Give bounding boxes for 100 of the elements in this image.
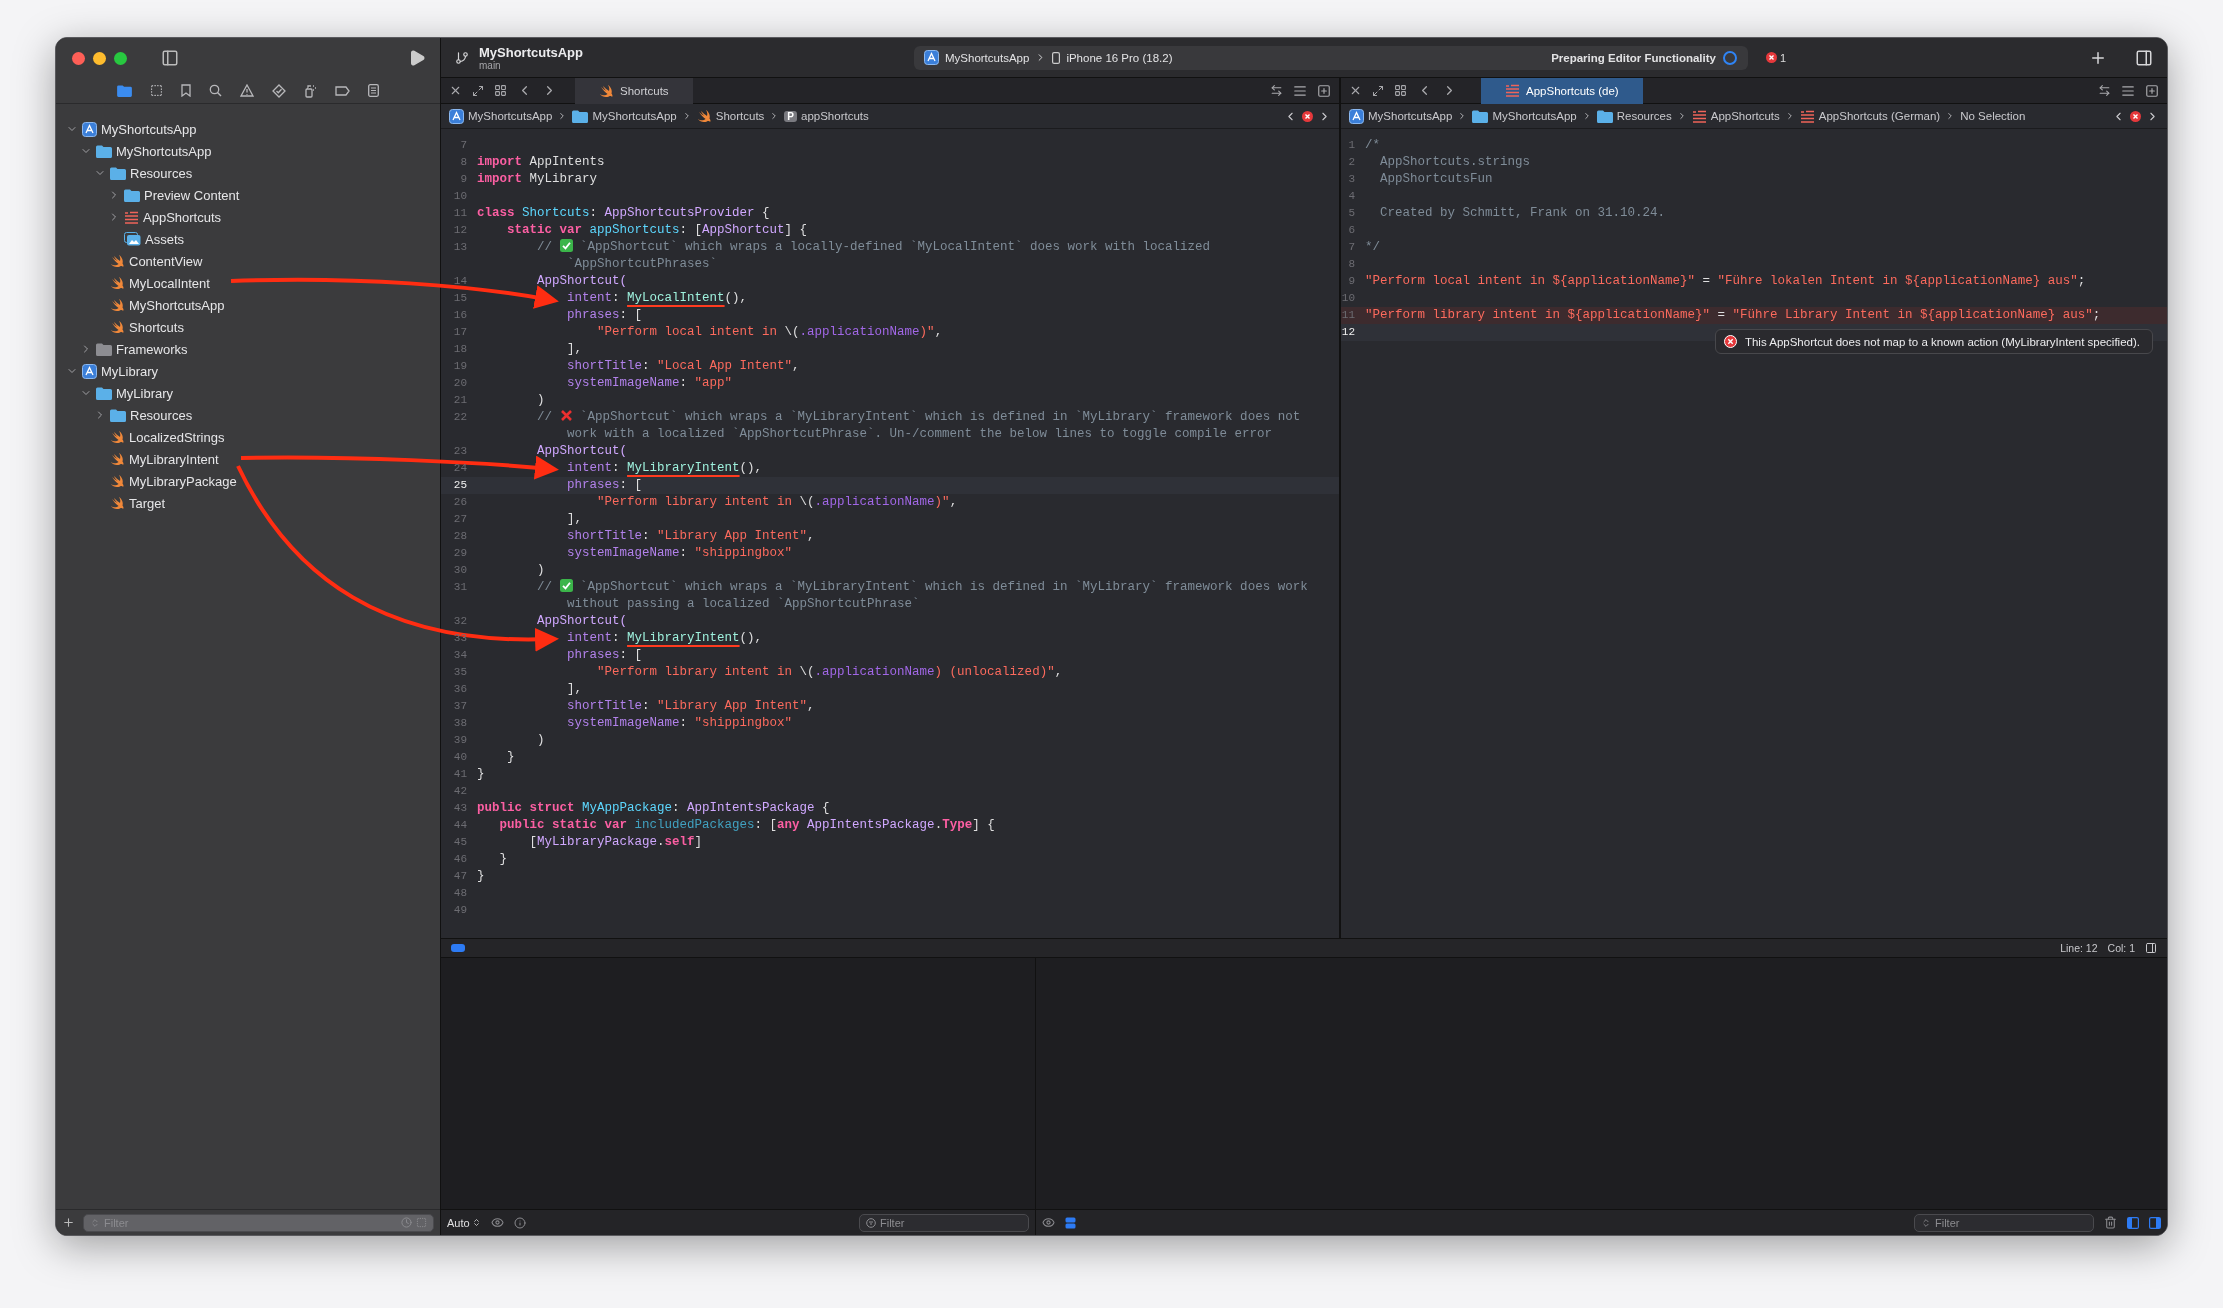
line-number: 27 [452,512,468,527]
panel-icon[interactable] [2145,942,2157,954]
code-line: static var appShortcuts: [AppShortcut] { [506,222,808,239]
line-number: 6 [1347,223,1356,238]
filter-field[interactable]: Filter [859,1213,1029,1232]
navigator-item[interactable]: AppShortcuts [143,209,222,225]
breadcrumb-item[interactable]: AppShortcuts (German) [1818,110,1941,122]
code-line: "Perform local intent in \(.applicationName)", [596,324,943,341]
close-window-button[interactable] [72,51,85,65]
navigator-item[interactable]: MyShortcutsApp [116,143,212,159]
navigator-item[interactable]: ContentView [129,253,203,269]
navigator-item[interactable]: Resources [130,165,193,181]
breadcrumb-item[interactable]: AppShortcuts [1710,110,1780,122]
breakpoint-icon[interactable] [335,85,350,96]
navigator-item[interactable]: MyShortcutsApp [129,297,225,313]
lines-icon[interactable] [1293,83,1307,98]
eye-icon[interactable] [1042,1216,1055,1229]
breadcrumb-item[interactable]: MyShortcutsApp [1368,110,1453,122]
swap-icon[interactable] [2098,84,2111,97]
navigator-item[interactable]: MyLibraryPackage [129,473,237,489]
scheme-selector[interactable]: MyShortcutsApp [945,51,1030,64]
filter-field[interactable]: Filter [1914,1213,2094,1232]
left-panel-icon[interactable] [2127,1216,2139,1229]
split-view-icon[interactable] [1065,1216,1076,1229]
branch-icon[interactable] [455,50,469,65]
navigator-item[interactable]: MyLibrary [116,385,174,401]
swift-icon [110,452,125,466]
close-icon[interactable] [1349,84,1362,97]
line-number: 35 [452,665,468,680]
minimize-window-button[interactable] [93,51,106,65]
line-number: 1 [1347,138,1356,153]
expand-icon[interactable] [1372,84,1384,97]
report-icon[interactable] [368,84,379,97]
right-panel-icon[interactable] [2149,1216,2161,1229]
stepper-icon[interactable] [471,1218,481,1227]
lines-icon[interactable] [2121,83,2135,98]
grid-icon[interactable] [494,84,507,97]
breadcrumb-item[interactable]: MyShortcutsApp [468,110,553,122]
run-icon[interactable] [408,49,426,67]
expand-icon[interactable] [472,84,484,97]
line-number: 8 [459,155,468,170]
add-editor-icon[interactable] [1317,83,1331,98]
grid-icon[interactable] [1394,84,1407,97]
swift-icon [110,474,125,488]
code-line: work with a localized `AppShortcutPhrase`. Un-/comment the below lines to toggle compile error [566,426,1274,443]
eye-icon[interactable] [490,1216,504,1229]
trash-icon[interactable] [2104,1216,2117,1229]
debug-toggle-icon[interactable] [451,944,465,952]
debug-spray-icon[interactable] [304,83,317,98]
swap-icon[interactable] [1270,84,1283,97]
breadcrumb-item[interactable]: No Selection [1960,110,2026,122]
line-number: 22 [452,410,468,425]
sidebar-toggle-icon[interactable] [161,49,179,67]
search-icon[interactable] [209,84,222,97]
line-number: 25 [452,478,468,493]
swift-icon [599,83,614,98]
symbol-badge: P [784,110,797,122]
navigator-item[interactable]: MyLibraryIntent [129,451,219,467]
swift-icon [110,254,125,268]
device-selector[interactable]: iPhone 16 Pro (18.2) [1066,51,1173,64]
navigator-item[interactable]: Target [129,495,166,511]
navigator-item[interactable]: MyLibrary [101,363,159,379]
code-line: import MyLibrary [477,171,598,188]
navigator-item[interactable]: LocalizedStrings [129,429,225,445]
breadcrumb-item[interactable]: Resources [1616,110,1672,122]
line-number: 7 [1347,240,1356,255]
breadcrumb-item[interactable]: MyShortcutsApp [1492,110,1577,122]
code-line: shortTitle: "Library App Intent", [566,528,815,545]
navigator-item[interactable]: MyLocalIntent [129,275,210,291]
progress-spinner-icon [1722,49,1738,66]
line-number: 41 [452,767,468,782]
navigator-item[interactable]: Resources [130,407,193,423]
info-icon[interactable] [513,1216,526,1229]
breadcrumb-item[interactable]: MyShortcutsApp [592,110,677,122]
inspector-toggle-icon[interactable] [2135,48,2153,67]
editor-tab[interactable]: AppShortcuts (de) [1481,77,1643,104]
folder-icon[interactable] [117,84,132,97]
variables-mode-selector[interactable]: Auto [447,1216,470,1229]
navigator-item[interactable]: Shortcuts [129,319,184,335]
cursor-column: Col: 1 [2107,942,2135,954]
checkmark-icon [559,579,573,592]
line-number: 42 [452,784,468,799]
error-icon[interactable] [1766,52,1777,63]
zoom-window-button[interactable] [114,51,127,65]
navigator-item[interactable]: MyShortcutsApp [101,121,197,137]
breadcrumb-item[interactable]: Shortcuts [715,110,765,122]
bookmark-icon[interactable] [181,84,191,97]
navigator-item[interactable]: Assets [145,231,184,247]
line-number: 16 [452,308,468,323]
add-editor-icon[interactable] [2145,83,2159,98]
breadcrumb-item[interactable]: appShortcuts [801,110,869,122]
test-icon[interactable] [272,83,286,98]
navigator-item[interactable]: Frameworks [116,341,188,357]
add-icon[interactable] [62,1216,75,1229]
navigator-item[interactable]: Preview Content [144,187,240,203]
strings-file-icon [1691,109,1707,123]
warning-icon[interactable] [240,84,254,97]
line-number: 3 [1347,172,1356,187]
editor-tab[interactable]: Shortcuts [575,77,693,104]
close-icon[interactable] [449,84,462,97]
